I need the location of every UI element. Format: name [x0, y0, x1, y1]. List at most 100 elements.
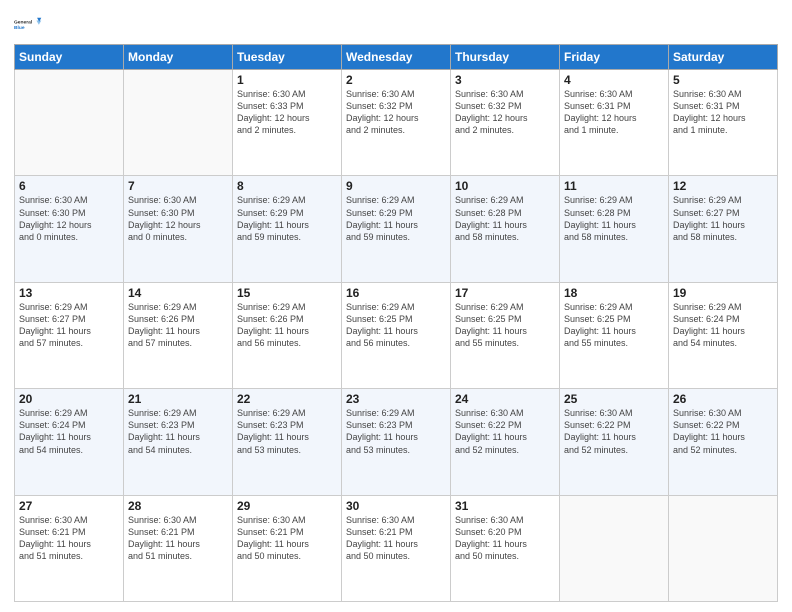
day-info: Sunrise: 6:29 AM Sunset: 6:28 PM Dayligh…: [455, 194, 555, 243]
svg-text:General: General: [14, 19, 33, 25]
calendar-day-header: Tuesday: [233, 45, 342, 70]
day-info: Sunrise: 6:30 AM Sunset: 6:21 PM Dayligh…: [128, 514, 228, 563]
day-info: Sunrise: 6:30 AM Sunset: 6:22 PM Dayligh…: [455, 407, 555, 456]
calendar-week-row: 20Sunrise: 6:29 AM Sunset: 6:24 PM Dayli…: [15, 389, 778, 495]
day-info: Sunrise: 6:30 AM Sunset: 6:31 PM Dayligh…: [673, 88, 773, 137]
calendar-cell: 20Sunrise: 6:29 AM Sunset: 6:24 PM Dayli…: [15, 389, 124, 495]
calendar-cell: 17Sunrise: 6:29 AM Sunset: 6:25 PM Dayli…: [451, 282, 560, 388]
day-number: 16: [346, 286, 446, 300]
day-number: 29: [237, 499, 337, 513]
calendar-week-row: 6Sunrise: 6:30 AM Sunset: 6:30 PM Daylig…: [15, 176, 778, 282]
calendar-cell: 7Sunrise: 6:30 AM Sunset: 6:30 PM Daylig…: [124, 176, 233, 282]
calendar-day-header: Sunday: [15, 45, 124, 70]
day-info: Sunrise: 6:30 AM Sunset: 6:21 PM Dayligh…: [19, 514, 119, 563]
calendar-cell: 30Sunrise: 6:30 AM Sunset: 6:21 PM Dayli…: [342, 495, 451, 601]
calendar-cell: [560, 495, 669, 601]
day-number: 2: [346, 73, 446, 87]
logo-icon: General Blue: [14, 10, 42, 38]
day-number: 23: [346, 392, 446, 406]
calendar-table: SundayMondayTuesdayWednesdayThursdayFrid…: [14, 44, 778, 602]
day-number: 17: [455, 286, 555, 300]
day-info: Sunrise: 6:30 AM Sunset: 6:32 PM Dayligh…: [346, 88, 446, 137]
day-number: 4: [564, 73, 664, 87]
calendar-week-row: 13Sunrise: 6:29 AM Sunset: 6:27 PM Dayli…: [15, 282, 778, 388]
day-number: 26: [673, 392, 773, 406]
calendar-cell: 14Sunrise: 6:29 AM Sunset: 6:26 PM Dayli…: [124, 282, 233, 388]
calendar-cell: 27Sunrise: 6:30 AM Sunset: 6:21 PM Dayli…: [15, 495, 124, 601]
calendar-cell: 22Sunrise: 6:29 AM Sunset: 6:23 PM Dayli…: [233, 389, 342, 495]
calendar-day-header: Wednesday: [342, 45, 451, 70]
day-number: 19: [673, 286, 773, 300]
day-number: 7: [128, 179, 228, 193]
calendar-cell: 26Sunrise: 6:30 AM Sunset: 6:22 PM Dayli…: [669, 389, 778, 495]
calendar-cell: 3Sunrise: 6:30 AM Sunset: 6:32 PM Daylig…: [451, 70, 560, 176]
day-info: Sunrise: 6:29 AM Sunset: 6:23 PM Dayligh…: [237, 407, 337, 456]
calendar-cell: 8Sunrise: 6:29 AM Sunset: 6:29 PM Daylig…: [233, 176, 342, 282]
calendar-cell: 6Sunrise: 6:30 AM Sunset: 6:30 PM Daylig…: [15, 176, 124, 282]
day-number: 18: [564, 286, 664, 300]
day-number: 1: [237, 73, 337, 87]
day-number: 12: [673, 179, 773, 193]
day-number: 10: [455, 179, 555, 193]
logo: General Blue: [14, 10, 42, 38]
day-info: Sunrise: 6:30 AM Sunset: 6:30 PM Dayligh…: [19, 194, 119, 243]
calendar-cell: 18Sunrise: 6:29 AM Sunset: 6:25 PM Dayli…: [560, 282, 669, 388]
day-number: 28: [128, 499, 228, 513]
day-number: 3: [455, 73, 555, 87]
day-info: Sunrise: 6:29 AM Sunset: 6:28 PM Dayligh…: [564, 194, 664, 243]
calendar-cell: 25Sunrise: 6:30 AM Sunset: 6:22 PM Dayli…: [560, 389, 669, 495]
calendar-cell: [669, 495, 778, 601]
calendar-cell: 1Sunrise: 6:30 AM Sunset: 6:33 PM Daylig…: [233, 70, 342, 176]
day-info: Sunrise: 6:30 AM Sunset: 6:31 PM Dayligh…: [564, 88, 664, 137]
day-number: 6: [19, 179, 119, 193]
day-info: Sunrise: 6:30 AM Sunset: 6:21 PM Dayligh…: [237, 514, 337, 563]
day-info: Sunrise: 6:29 AM Sunset: 6:26 PM Dayligh…: [237, 301, 337, 350]
day-info: Sunrise: 6:29 AM Sunset: 6:24 PM Dayligh…: [19, 407, 119, 456]
day-info: Sunrise: 6:30 AM Sunset: 6:30 PM Dayligh…: [128, 194, 228, 243]
day-info: Sunrise: 6:30 AM Sunset: 6:32 PM Dayligh…: [455, 88, 555, 137]
day-number: 30: [346, 499, 446, 513]
calendar-cell: 10Sunrise: 6:29 AM Sunset: 6:28 PM Dayli…: [451, 176, 560, 282]
calendar-cell: 31Sunrise: 6:30 AM Sunset: 6:20 PM Dayli…: [451, 495, 560, 601]
day-number: 14: [128, 286, 228, 300]
day-number: 24: [455, 392, 555, 406]
day-number: 8: [237, 179, 337, 193]
calendar-cell: 24Sunrise: 6:30 AM Sunset: 6:22 PM Dayli…: [451, 389, 560, 495]
calendar-cell: 28Sunrise: 6:30 AM Sunset: 6:21 PM Dayli…: [124, 495, 233, 601]
day-number: 5: [673, 73, 773, 87]
calendar-cell: 9Sunrise: 6:29 AM Sunset: 6:29 PM Daylig…: [342, 176, 451, 282]
day-info: Sunrise: 6:29 AM Sunset: 6:24 PM Dayligh…: [673, 301, 773, 350]
day-info: Sunrise: 6:30 AM Sunset: 6:22 PM Dayligh…: [564, 407, 664, 456]
calendar-cell: 16Sunrise: 6:29 AM Sunset: 6:25 PM Dayli…: [342, 282, 451, 388]
day-number: 20: [19, 392, 119, 406]
day-info: Sunrise: 6:30 AM Sunset: 6:20 PM Dayligh…: [455, 514, 555, 563]
calendar-cell: 21Sunrise: 6:29 AM Sunset: 6:23 PM Dayli…: [124, 389, 233, 495]
calendar-cell: [15, 70, 124, 176]
calendar-week-row: 27Sunrise: 6:30 AM Sunset: 6:21 PM Dayli…: [15, 495, 778, 601]
calendar-cell: 4Sunrise: 6:30 AM Sunset: 6:31 PM Daylig…: [560, 70, 669, 176]
day-number: 22: [237, 392, 337, 406]
calendar-day-header: Monday: [124, 45, 233, 70]
calendar-cell: 5Sunrise: 6:30 AM Sunset: 6:31 PM Daylig…: [669, 70, 778, 176]
calendar-cell: 23Sunrise: 6:29 AM Sunset: 6:23 PM Dayli…: [342, 389, 451, 495]
day-info: Sunrise: 6:30 AM Sunset: 6:22 PM Dayligh…: [673, 407, 773, 456]
day-info: Sunrise: 6:30 AM Sunset: 6:21 PM Dayligh…: [346, 514, 446, 563]
day-info: Sunrise: 6:29 AM Sunset: 6:27 PM Dayligh…: [19, 301, 119, 350]
calendar-cell: [124, 70, 233, 176]
calendar-day-header: Thursday: [451, 45, 560, 70]
day-number: 31: [455, 499, 555, 513]
calendar-day-header: Friday: [560, 45, 669, 70]
calendar-week-row: 1Sunrise: 6:30 AM Sunset: 6:33 PM Daylig…: [15, 70, 778, 176]
calendar-cell: 19Sunrise: 6:29 AM Sunset: 6:24 PM Dayli…: [669, 282, 778, 388]
day-number: 13: [19, 286, 119, 300]
calendar-cell: 11Sunrise: 6:29 AM Sunset: 6:28 PM Dayli…: [560, 176, 669, 282]
calendar-cell: 2Sunrise: 6:30 AM Sunset: 6:32 PM Daylig…: [342, 70, 451, 176]
day-info: Sunrise: 6:29 AM Sunset: 6:23 PM Dayligh…: [346, 407, 446, 456]
day-info: Sunrise: 6:29 AM Sunset: 6:23 PM Dayligh…: [128, 407, 228, 456]
day-info: Sunrise: 6:30 AM Sunset: 6:33 PM Dayligh…: [237, 88, 337, 137]
day-info: Sunrise: 6:29 AM Sunset: 6:29 PM Dayligh…: [237, 194, 337, 243]
day-number: 21: [128, 392, 228, 406]
calendar-header-row: SundayMondayTuesdayWednesdayThursdayFrid…: [15, 45, 778, 70]
day-info: Sunrise: 6:29 AM Sunset: 6:25 PM Dayligh…: [455, 301, 555, 350]
day-info: Sunrise: 6:29 AM Sunset: 6:25 PM Dayligh…: [346, 301, 446, 350]
